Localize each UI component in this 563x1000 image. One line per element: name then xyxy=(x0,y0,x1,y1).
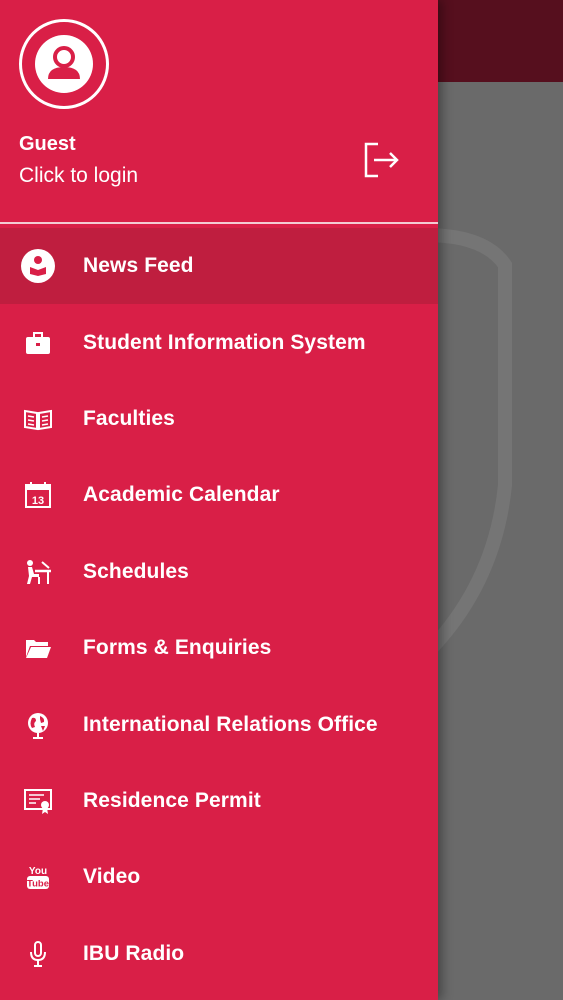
drawer-header[interactable]: Guest Click to login xyxy=(0,0,438,222)
youtube-icon-text-top: You xyxy=(29,866,47,877)
menu-item-video[interactable]: You Tube Video xyxy=(0,839,438,915)
menu-item-label: News Feed xyxy=(83,254,194,278)
menu-item-label: Video xyxy=(83,865,141,889)
folder-icon xyxy=(20,630,56,666)
calendar-icon-date: 13 xyxy=(32,495,44,507)
menu-item-label: Academic Calendar xyxy=(83,483,280,507)
certificate-icon xyxy=(20,783,56,819)
menu-item-academic-calendar[interactable]: 13 Academic Calendar xyxy=(0,457,438,533)
menu-item-label: Residence Permit xyxy=(83,788,261,812)
background-shield-logo xyxy=(425,228,512,655)
menu-item-faculties[interactable]: Faculties xyxy=(0,381,438,457)
calendar-icon: 13 xyxy=(20,477,56,513)
menu-item-residence-permit[interactable]: Residence Permit xyxy=(0,763,438,839)
youtube-icon: You Tube xyxy=(20,859,56,895)
user-name: Guest xyxy=(19,133,76,155)
menu-item-label: Forms & Enquiries xyxy=(83,636,272,660)
menu-item-forms-enquiries[interactable]: Forms & Enquiries xyxy=(0,610,438,686)
open-book-icon xyxy=(20,401,56,437)
menu-item-label: International Relations Office xyxy=(83,712,378,736)
globe-icon xyxy=(20,707,56,743)
menu-item-student-information-system[interactable]: Student Information System xyxy=(0,304,438,380)
login-prompt[interactable]: Click to login xyxy=(19,164,138,188)
briefcase-icon xyxy=(20,325,56,361)
menu-item-ibu-radio[interactable]: IBU Radio xyxy=(0,916,438,992)
menu-item-international-relations-office[interactable]: International Relations Office xyxy=(0,686,438,762)
news-feed-icon xyxy=(20,248,56,284)
menu-item-label: IBU Radio xyxy=(83,941,185,965)
microphone-icon xyxy=(20,936,56,972)
desk-student-icon xyxy=(20,554,56,590)
avatar-icon[interactable] xyxy=(19,19,109,109)
logout-icon[interactable] xyxy=(360,140,402,180)
menu-item-label: Schedules xyxy=(83,559,189,583)
menu-item-schedules[interactable]: Schedules xyxy=(0,534,438,610)
navigation-drawer: Guest Click to login News Feed Student I… xyxy=(0,0,438,1000)
drawer-menu: News Feed Student Information System Fac… xyxy=(0,228,438,992)
menu-item-label: Student Information System xyxy=(83,330,366,354)
menu-item-news-feed[interactable]: News Feed xyxy=(0,228,438,305)
header-divider xyxy=(0,222,438,224)
menu-item-label: Faculties xyxy=(83,406,175,430)
youtube-icon-text-bottom: Tube xyxy=(27,879,49,890)
